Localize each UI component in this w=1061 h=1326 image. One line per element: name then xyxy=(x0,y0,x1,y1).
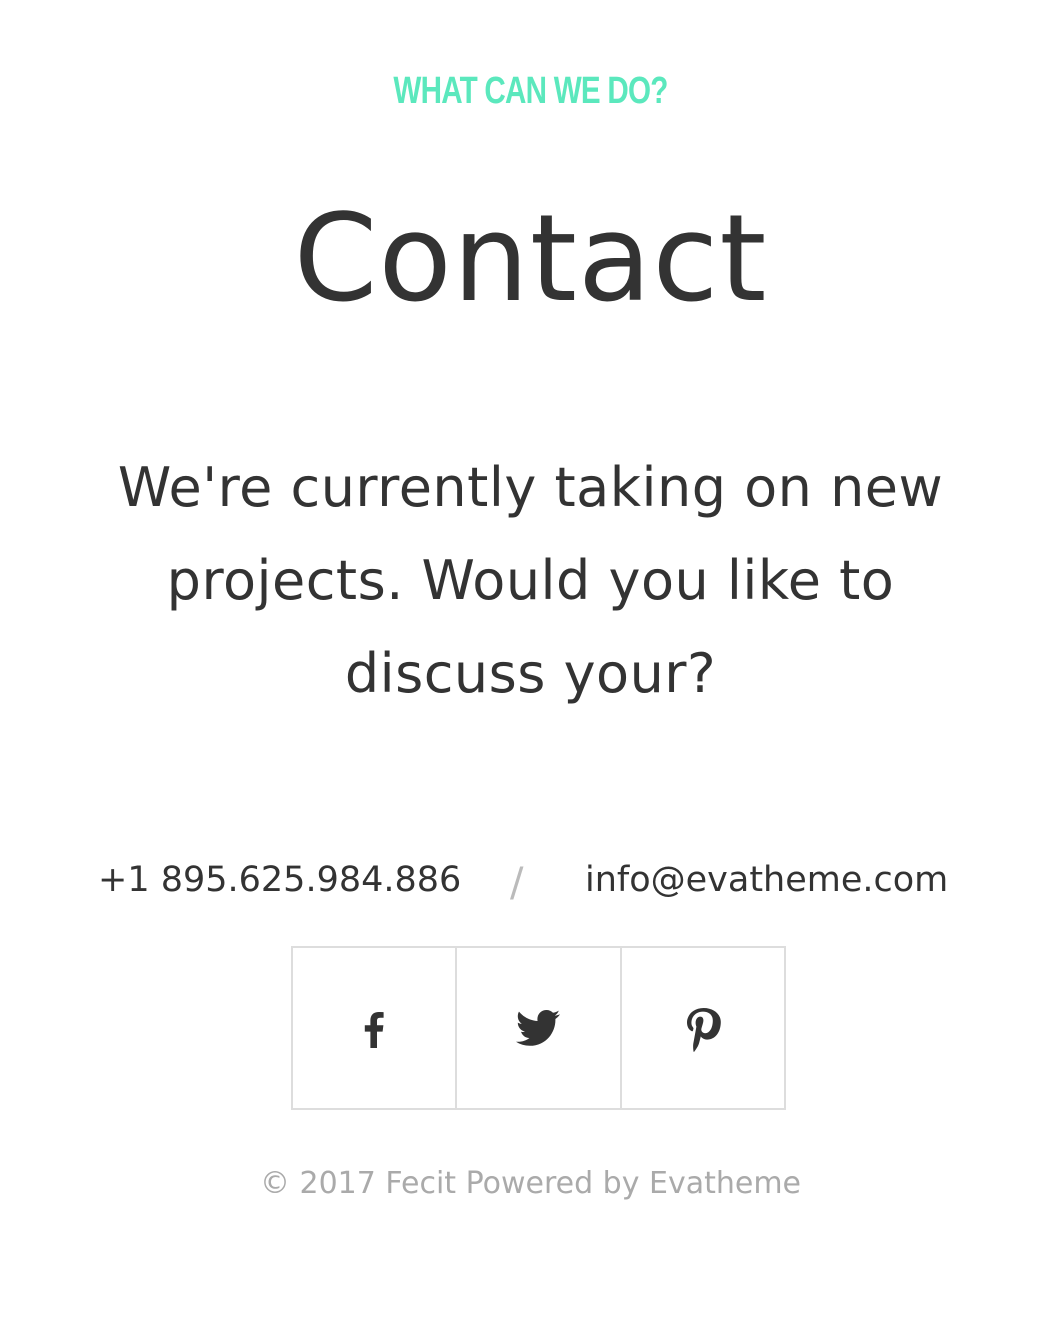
pinterest-icon xyxy=(686,1008,721,1052)
contact-separator: / xyxy=(510,860,524,906)
lead-text: We're currently taking on new projects. … xyxy=(117,456,944,705)
facebook-button[interactable] xyxy=(293,948,458,1108)
social-links xyxy=(291,946,786,1110)
contact-info: +1 895.625.984.886 / info@evatheme.com xyxy=(0,860,1061,910)
twitter-button[interactable] xyxy=(457,948,622,1108)
phone-link[interactable]: +1 895.625.984.886 xyxy=(98,860,461,900)
footer-copyright: © 2017 Fecit Powered by Evatheme xyxy=(259,1166,802,1201)
facebook-icon xyxy=(364,1012,384,1048)
twitter-icon xyxy=(516,1010,561,1046)
page-title: Contact xyxy=(293,190,768,329)
email-link[interactable]: info@evatheme.com xyxy=(585,860,948,900)
pinterest-button[interactable] xyxy=(622,948,784,1108)
section-eyebrow: WHAT CAN WE DO? xyxy=(393,70,668,112)
